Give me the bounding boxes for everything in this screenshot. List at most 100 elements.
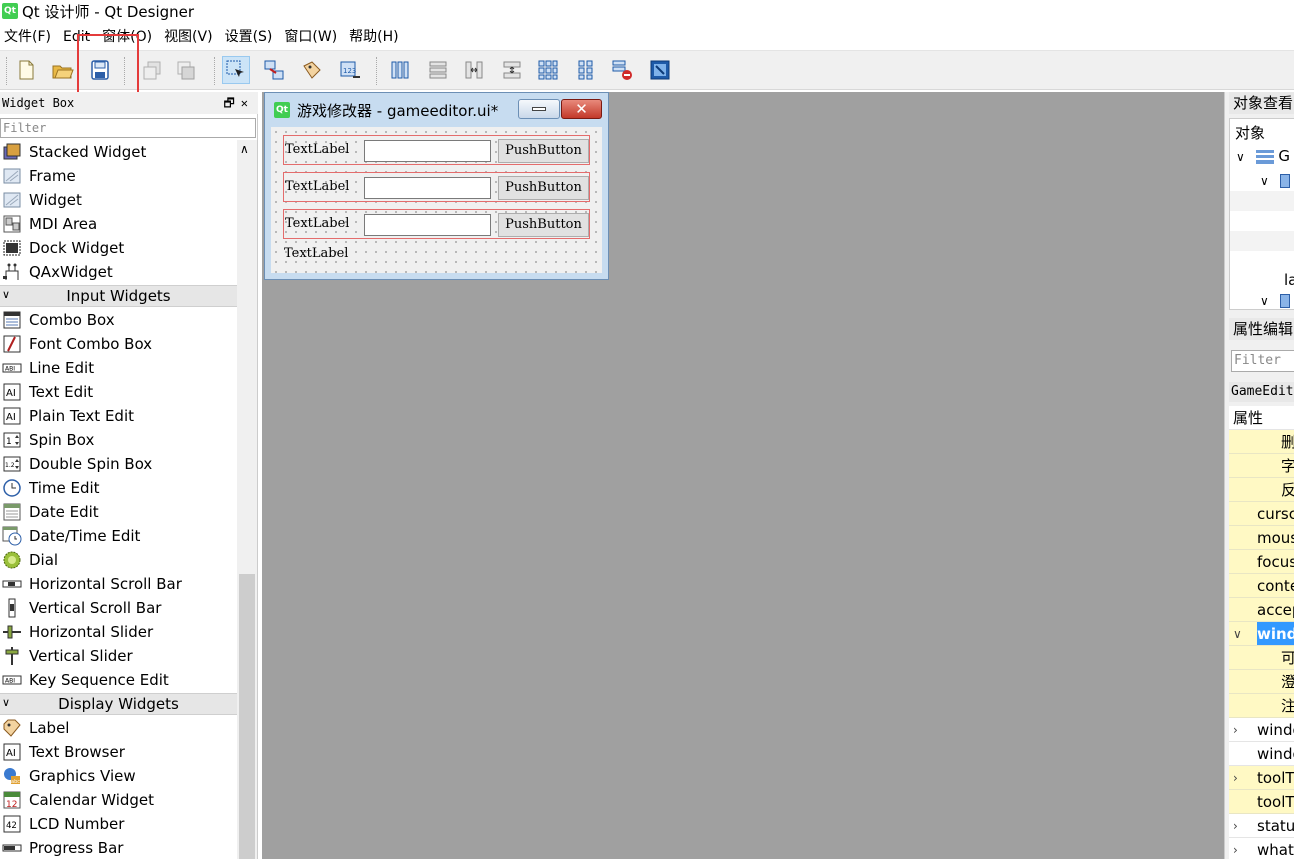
- chevron-right-icon[interactable]: ›: [1233, 814, 1238, 837]
- property-row[interactable]: › statu: [1229, 814, 1294, 838]
- property-row[interactable]: 注: [1229, 694, 1294, 718]
- edit-tab-order-button[interactable]: 123: [336, 56, 364, 84]
- category-input-widgets[interactable]: ∨ Input Widgets: [0, 285, 237, 307]
- object-tree-item-label[interactable]: la: [1284, 271, 1294, 289]
- property-row[interactable]: conte: [1229, 574, 1294, 598]
- widget-item-text-browser[interactable]: AI Text Browser: [0, 740, 237, 764]
- layout-vertical-button[interactable]: [424, 56, 452, 84]
- widget-item-time-edit[interactable]: Time Edit: [0, 476, 237, 500]
- property-row[interactable]: focus: [1229, 550, 1294, 574]
- chevron-right-icon[interactable]: ›: [1233, 718, 1238, 741]
- layout-vertical-splitter-button[interactable]: [498, 56, 526, 84]
- layout-horizontal-splitter-button[interactable]: [460, 56, 488, 84]
- widget-item-text-edit[interactable]: AI Text Edit: [0, 380, 237, 404]
- edit-buddies-button[interactable]: [298, 56, 326, 84]
- property-row[interactable]: 删: [1229, 430, 1294, 454]
- property-row[interactable]: 反: [1229, 478, 1294, 502]
- push-button[interactable]: PushButton: [498, 139, 589, 163]
- push-button[interactable]: PushButton: [498, 213, 589, 237]
- property-row[interactable]: › whats: [1229, 838, 1294, 859]
- save-button[interactable]: [86, 56, 114, 84]
- widget-item-label-widget[interactable]: Label: [0, 716, 237, 740]
- horizontal-layout-row[interactable]: TextLabel PushButton: [283, 209, 590, 239]
- object-tree-child[interactable]: ∨: [1260, 171, 1294, 189]
- object-tree-row[interactable]: [1230, 191, 1294, 211]
- property-row[interactable]: › toolT: [1229, 766, 1294, 790]
- form-window[interactable]: Qt 游戏修改器 - gameeditor.ui* ✕ TextLabel Pu…: [264, 92, 609, 280]
- widget-item-font-combo-box[interactable]: Font Combo Box: [0, 332, 237, 356]
- object-tree-child[interactable]: ∨: [1260, 291, 1294, 309]
- text-label[interactable]: TextLabel: [285, 142, 349, 157]
- chevron-right-icon[interactable]: ›: [1233, 838, 1238, 859]
- chevron-down-icon[interactable]: ∨: [1233, 622, 1242, 645]
- widget-item-qaxwidget[interactable]: QAxWidget: [0, 260, 237, 284]
- horizontal-layout-row[interactable]: TextLabel PushButton: [283, 135, 590, 165]
- widget-item-spin-box[interactable]: 1 Spin Box: [0, 428, 237, 452]
- widget-item-horizontal-scroll-bar[interactable]: Horizontal Scroll Bar: [0, 572, 237, 596]
- widget-item-plain-text-edit[interactable]: AI Plain Text Edit: [0, 404, 237, 428]
- minimize-button[interactable]: [518, 99, 560, 119]
- edit-widgets-button[interactable]: [222, 56, 250, 84]
- property-row[interactable]: cursc: [1229, 502, 1294, 526]
- menu-window[interactable]: 窗口(W): [280, 24, 345, 50]
- widget-item-vertical-slider[interactable]: Vertical Slider: [0, 644, 237, 668]
- push-button[interactable]: PushButton: [498, 176, 589, 200]
- widget-item-key-sequence-edit[interactable]: ABI Key Sequence Edit: [0, 668, 237, 692]
- layout-form-button[interactable]: [572, 56, 600, 84]
- property-row[interactable]: windo: [1229, 742, 1294, 766]
- widget-box-filter-input[interactable]: Filter: [0, 118, 256, 138]
- break-layout-button[interactable]: [608, 56, 636, 84]
- property-row[interactable]: 澄: [1229, 670, 1294, 694]
- menu-file[interactable]: 文件(F): [0, 24, 59, 50]
- line-edit[interactable]: [364, 214, 491, 236]
- line-edit[interactable]: [364, 177, 491, 199]
- horizontal-layout-row[interactable]: TextLabel PushButton: [283, 172, 590, 202]
- text-label[interactable]: TextLabel: [285, 179, 349, 194]
- widget-item-vertical-scroll-bar[interactable]: Vertical Scroll Bar: [0, 596, 237, 620]
- widget-item-line-edit[interactable]: ABI Line Edit: [0, 356, 237, 380]
- menu-view[interactable]: 视图(V): [160, 24, 221, 50]
- bring-to-front-button[interactable]: [172, 56, 200, 84]
- widget-item-widget[interactable]: Widget: [0, 188, 237, 212]
- property-row[interactable]: 字: [1229, 454, 1294, 478]
- widget-item-graphics-view[interactable]: abc Graphics View: [0, 764, 237, 788]
- widget-item-lcd-number[interactable]: 42 LCD Number: [0, 812, 237, 836]
- property-filter-input[interactable]: Filter: [1231, 350, 1294, 372]
- widget-item-progress-bar[interactable]: Progress Bar: [0, 836, 237, 859]
- widget-box-float-close-buttons[interactable]: 🗗✕: [224, 92, 255, 114]
- object-tree-root[interactable]: ∨ G: [1236, 147, 1294, 165]
- layout-grid-button[interactable]: [534, 56, 562, 84]
- property-row[interactable]: accep: [1229, 598, 1294, 622]
- text-label[interactable]: TextLabel: [285, 216, 349, 231]
- menu-help[interactable]: 帮助(H): [345, 24, 406, 50]
- adjust-size-button[interactable]: [646, 56, 674, 84]
- widget-item-dock-widget[interactable]: Dock Widget: [0, 236, 237, 260]
- widget-item-dial[interactable]: Dial: [0, 548, 237, 572]
- property-row[interactable]: › windo: [1229, 718, 1294, 742]
- property-row[interactable]: mous: [1229, 526, 1294, 550]
- category-display-widgets[interactable]: ∨ Display Widgets: [0, 693, 237, 715]
- new-file-button[interactable]: [12, 56, 40, 84]
- object-tree-row[interactable]: [1230, 231, 1294, 251]
- widget-item-calendar-widget[interactable]: 12 Calendar Widget: [0, 788, 237, 812]
- menu-form[interactable]: 窗体(O): [98, 24, 160, 50]
- scroll-up-arrow-icon[interactable]: ∧: [240, 142, 249, 156]
- widget-item-mdi-area[interactable]: MDI Area: [0, 212, 237, 236]
- menu-settings[interactable]: 设置(S): [221, 24, 281, 50]
- widget-item-date-edit[interactable]: Date Edit: [0, 500, 237, 524]
- scrollbar-thumb[interactable]: [239, 574, 255, 859]
- widget-item-double-spin-box[interactable]: 1.2 Double Spin Box: [0, 452, 237, 476]
- widget-item-frame[interactable]: Frame: [0, 164, 237, 188]
- widget-item-datetime-edit[interactable]: Date/Time Edit: [0, 524, 237, 548]
- text-label-bottom[interactable]: TextLabel: [284, 246, 348, 261]
- close-button[interactable]: ✕: [561, 99, 602, 119]
- widget-box-scrollbar[interactable]: ∧: [237, 140, 257, 859]
- form-canvas[interactable]: TextLabel PushButton TextLabel PushButto…: [271, 127, 602, 273]
- widget-item-stacked-widget[interactable]: Stacked Widget: [0, 140, 237, 164]
- chevron-right-icon[interactable]: ›: [1233, 766, 1238, 789]
- send-to-back-button[interactable]: [138, 56, 166, 84]
- edit-signals-slots-button[interactable]: [260, 56, 288, 84]
- widget-item-horizontal-slider[interactable]: Horizontal Slider: [0, 620, 237, 644]
- line-edit[interactable]: [364, 140, 491, 162]
- property-row[interactable]: 可: [1229, 646, 1294, 670]
